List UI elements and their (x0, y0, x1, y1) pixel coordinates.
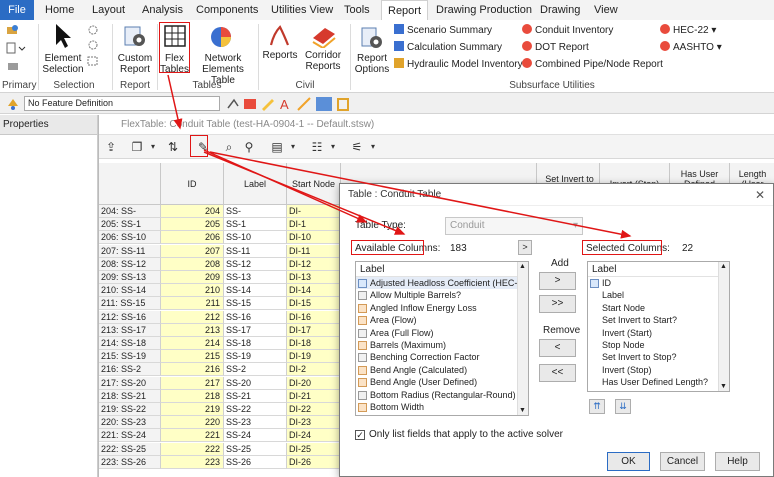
annotation-arrows (167, 74, 632, 239)
